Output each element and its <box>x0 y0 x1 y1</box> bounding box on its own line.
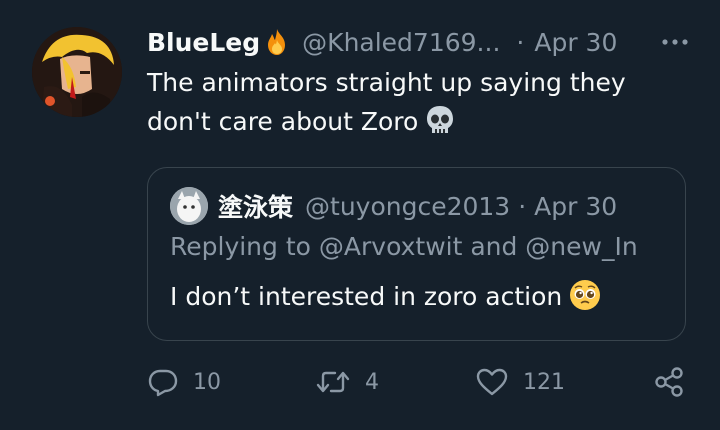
quoted-tweet-card[interactable]: 塗泳策 @tuyongce2013 · Apr 30 Replying to @… <box>147 167 686 341</box>
quote-author-avatar[interactable] <box>170 187 208 225</box>
share-button[interactable] <box>652 362 686 402</box>
fire-icon <box>262 27 292 57</box>
reply-button[interactable]: 10 <box>147 362 221 402</box>
retweet-icon <box>315 366 351 398</box>
tweet-header: BlueLeg @Khaled7169... · Apr 30 <box>147 24 690 60</box>
quote-text: I don’t interested in zoro action <box>170 278 602 312</box>
tweet-text-content: The animators straight up saying they do… <box>147 68 626 136</box>
quote-author-display-name[interactable]: 塗泳策 <box>218 188 293 224</box>
tweet-action-bar: 10 4 121 <box>147 362 687 402</box>
quote-separator-dot: · <box>518 191 527 221</box>
quote-text-content: I don’t interested in zoro action <box>170 282 563 311</box>
more-icon[interactable] <box>660 32 690 52</box>
like-count: 121 <box>523 369 565 395</box>
reply-count: 10 <box>193 369 221 395</box>
author-display-name[interactable]: BlueLeg <box>147 28 260 57</box>
skull-icon <box>424 104 456 136</box>
tweet-text: The animators straight up saying they do… <box>147 63 687 141</box>
retweet-button[interactable]: 4 <box>315 362 379 402</box>
quote-date[interactable]: Apr 30 <box>534 192 617 221</box>
author-avatar[interactable] <box>32 27 122 117</box>
quote-header: 塗泳策 @tuyongce2013 · Apr 30 <box>170 187 617 225</box>
reply-icon <box>147 366 179 398</box>
quote-replying-to: Replying to @Arvoxtwit and @new_In <box>170 232 638 261</box>
pleading-face-icon <box>568 278 602 312</box>
like-icon <box>475 366 509 398</box>
separator-dot: · <box>516 27 525 57</box>
share-icon <box>652 365 686 399</box>
like-button[interactable]: 121 <box>475 362 565 402</box>
author-handle[interactable]: @Khaled7169... <box>302 28 500 57</box>
quote-author-handle[interactable]: @tuyongce2013 <box>305 192 510 221</box>
retweet-count: 4 <box>365 369 379 395</box>
tweet-date[interactable]: Apr 30 <box>534 28 617 57</box>
